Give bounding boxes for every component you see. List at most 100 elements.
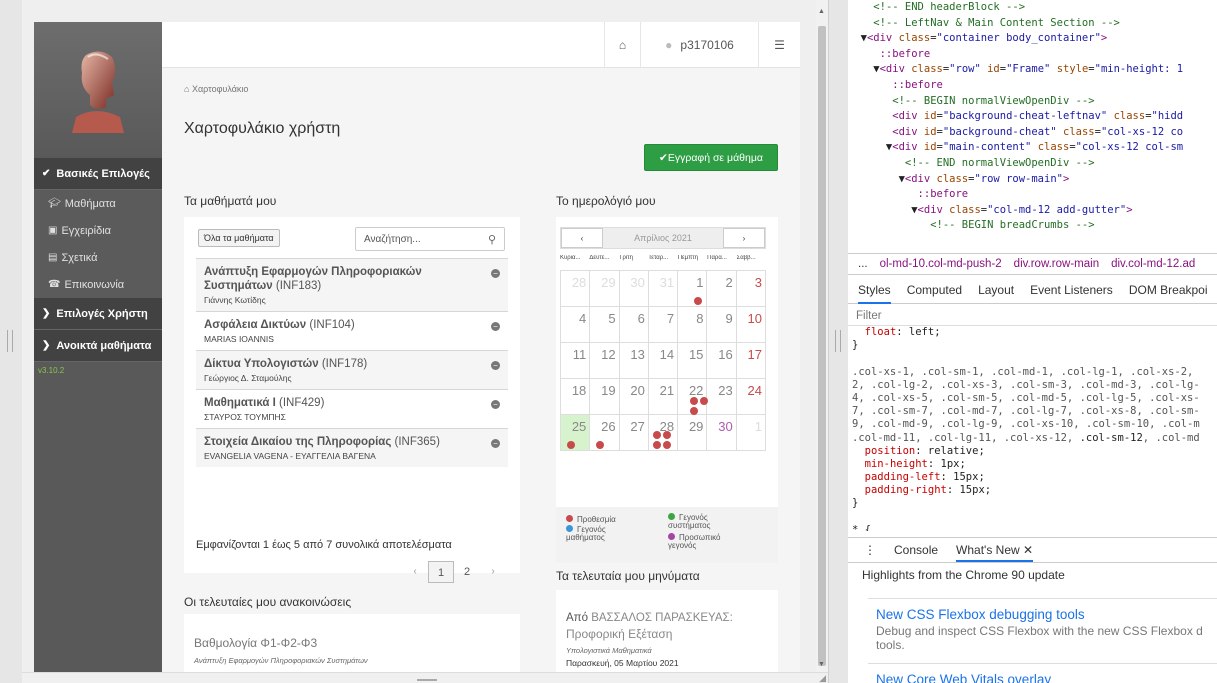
message-from[interactable]: Από ΒΑΣΣΑΛΟΣ ΠΑΡΑΣΚΕΥΑΣ:: [566, 612, 733, 624]
calendar-day[interactable]: 24: [736, 379, 766, 415]
sidebar-item-about[interactable]: ▤ Σχετικά: [34, 244, 162, 271]
dom-line[interactable]: ▼<div class="row row-main">: [848, 172, 1217, 188]
dom-line[interactable]: ::before: [848, 78, 1217, 94]
sidebar-group-basic[interactable]: ✔ Βασικές Επιλογές: [34, 158, 162, 190]
unregister-minus-icon[interactable]: −: [491, 400, 500, 409]
sidebar-item-manuals[interactable]: ▣ Εγχειρίδια: [34, 217, 162, 244]
course-name[interactable]: Δίκτυα Υπολογιστών (INF178): [204, 357, 474, 371]
calendar-day[interactable]: 22: [678, 379, 709, 415]
home-button[interactable]: ⌂: [604, 22, 640, 68]
calendar-day[interactable]: 28: [561, 271, 591, 307]
dom-line[interactable]: <!-- BEGIN breadCrumbs -->: [848, 218, 1217, 234]
course-item[interactable]: Στοιχεία Δικαίου της Πληροφορίας (INF365…: [196, 428, 508, 467]
splitter-grip[interactable]: [835, 330, 841, 352]
calendar-day[interactable]: 1: [736, 415, 766, 451]
deadline-event-dot[interactable]: [662, 441, 671, 449]
dom-line[interactable]: <!-- LeftNav & Main Content Section -->: [848, 16, 1217, 32]
bottom-resize-bar[interactable]: ◢: [22, 672, 828, 683]
page-1-button[interactable]: 1: [428, 561, 454, 583]
next-page-button[interactable]: ›: [480, 561, 506, 583]
sidebar-item-courses[interactable]: 🎓︎ Μαθήματα: [34, 190, 162, 217]
settings-toggle[interactable]: ☰: [758, 22, 800, 68]
course-item[interactable]: Ασφάλεια Δικτύων (INF104) MARIAS IOANNIS −: [196, 311, 508, 350]
calendar-day[interactable]: 25: [561, 415, 591, 451]
page-2-button[interactable]: 2: [454, 561, 480, 583]
calendar-day[interactable]: 18: [561, 379, 591, 415]
calendar-day[interactable]: 30: [619, 271, 649, 307]
tab-console[interactable]: Console: [894, 543, 938, 557]
calendar-day[interactable]: 21: [648, 379, 679, 415]
scroll-up-icon[interactable]: ▲: [818, 8, 825, 15]
calendar-day[interactable]: 29: [590, 271, 620, 307]
news-item[interactable]: New Core Web Vitals overlay: [868, 663, 1217, 683]
crumb[interactable]: ...: [858, 258, 868, 270]
calendar-day[interactable]: 11: [561, 343, 591, 379]
dom-line[interactable]: ::before: [848, 47, 1217, 63]
unregister-minus-icon[interactable]: −: [491, 361, 500, 370]
deadline-event-dot[interactable]: [596, 441, 605, 449]
devtools-splitter[interactable]: [828, 0, 848, 683]
deadline-event-dot[interactable]: [690, 397, 699, 405]
calendar-day[interactable]: 7: [648, 307, 679, 343]
course-item[interactable]: Μαθηματικά Ι (INF429) ΣΤΑΥΡΟΣ ΤΟΥΜΠΗΣ −: [196, 389, 508, 428]
course-name[interactable]: Ανάπτυξη Εφαρμογών Πληροφοριακών Συστημά…: [204, 265, 474, 293]
calendar-day[interactable]: 14: [648, 343, 679, 379]
calendar-day[interactable]: 26: [590, 415, 620, 451]
calendar-day[interactable]: 19: [590, 379, 620, 415]
tab-whats-new[interactable]: What's New ✕: [956, 543, 1034, 562]
crumb[interactable]: div.row.row-main: [1014, 258, 1099, 270]
news-title[interactable]: New CSS Flexbox debugging tools: [876, 607, 1217, 622]
calendar-day[interactable]: 12: [590, 343, 620, 379]
calendar-day[interactable]: 2: [707, 271, 737, 307]
calendar-day[interactable]: 9: [707, 307, 737, 343]
elements-tree[interactable]: <!-- END headerBlock --> <!-- LeftNav & …: [848, 0, 1217, 252]
message-subject[interactable]: Προφορική Εξέταση: [566, 627, 672, 641]
deadline-event-dot[interactable]: [567, 441, 575, 449]
calendar-day[interactable]: 5: [590, 307, 620, 343]
calendar-day[interactable]: 17: [736, 343, 766, 379]
dom-line[interactable]: ▼<div class="row" id="Frame" style="min-…: [848, 62, 1217, 78]
close-icon[interactable]: ✕: [1023, 543, 1033, 557]
deadline-event-dot[interactable]: [652, 441, 661, 449]
styles-filter-input[interactable]: Filter: [848, 306, 1217, 326]
calendar-day[interactable]: 4: [561, 307, 591, 343]
university-logo[interactable]: [34, 22, 162, 158]
calendar-next-button[interactable]: ›: [723, 228, 765, 248]
sidebar-group-user[interactable]: ❯ Επιλογές Χρήστη: [34, 298, 162, 330]
calendar-day[interactable]: 31: [648, 271, 679, 307]
calendar-day[interactable]: 6: [619, 307, 649, 343]
tab-layout[interactable]: Layout: [978, 283, 1014, 297]
resize-grip[interactable]: [417, 679, 437, 681]
dom-line[interactable]: ▼<div class="col-md-12 add-gutter">: [848, 203, 1217, 219]
dom-line[interactable]: <!-- END normalViewOpenDiv -->: [848, 156, 1217, 172]
scroll-thumb[interactable]: [818, 26, 826, 666]
course-item[interactable]: Δίκτυα Υπολογιστών (INF178) Γεώργιος Δ. Σ…: [196, 350, 508, 389]
dom-line[interactable]: <div id="background-cheat-leftnav" class…: [848, 109, 1217, 125]
tab-dom-breakpoints[interactable]: DOM Breakpoi: [1129, 283, 1208, 297]
tab-event-listeners[interactable]: Event Listeners: [1030, 283, 1113, 297]
resize-corner-icon[interactable]: ◢: [819, 673, 826, 683]
calendar-day[interactable]: 16: [707, 343, 737, 379]
unregister-minus-icon[interactable]: −: [491, 269, 500, 278]
crumb[interactable]: ol-md-10.col-md-push-2: [880, 258, 1002, 270]
course-name[interactable]: Στοιχεία Δικαίου της Πληροφορίας (INF365…: [204, 435, 474, 449]
unregister-minus-icon[interactable]: −: [491, 322, 500, 331]
gutter-grip[interactable]: [7, 330, 13, 352]
deadline-event-dot[interactable]: [652, 431, 661, 439]
dom-line[interactable]: ▼<div id="main-content" class="col-xs-12…: [848, 140, 1217, 156]
calendar-day[interactable]: 27: [619, 415, 649, 451]
calendar-day[interactable]: 8: [678, 307, 708, 343]
calendar-day[interactable]: 15: [678, 343, 708, 379]
page-vertical-scrollbar[interactable]: ▲ ▼: [816, 0, 828, 672]
calendar-day[interactable]: 13: [619, 343, 649, 379]
dom-line[interactable]: <div id="background-cheat" class="col-xs…: [848, 125, 1217, 141]
tab-styles[interactable]: Styles: [858, 283, 891, 304]
course-item[interactable]: Ανάπτυξη Εφαρμογών Πληροφοριακών Συστημά…: [196, 258, 508, 311]
calendar-day[interactable]: 28: [648, 415, 679, 451]
all-courses-button[interactable]: Όλα τα μαθήματα: [198, 229, 280, 247]
calendar-prev-button[interactable]: ‹: [561, 228, 603, 248]
dom-line[interactable]: <!-- END headerBlock -->: [848, 0, 1217, 16]
deadline-event-dot[interactable]: [694, 297, 703, 305]
dom-line[interactable]: <!-- BEGIN normalViewOpenDiv -->: [848, 94, 1217, 110]
crumb[interactable]: div.col-md-12.ad: [1111, 258, 1195, 270]
